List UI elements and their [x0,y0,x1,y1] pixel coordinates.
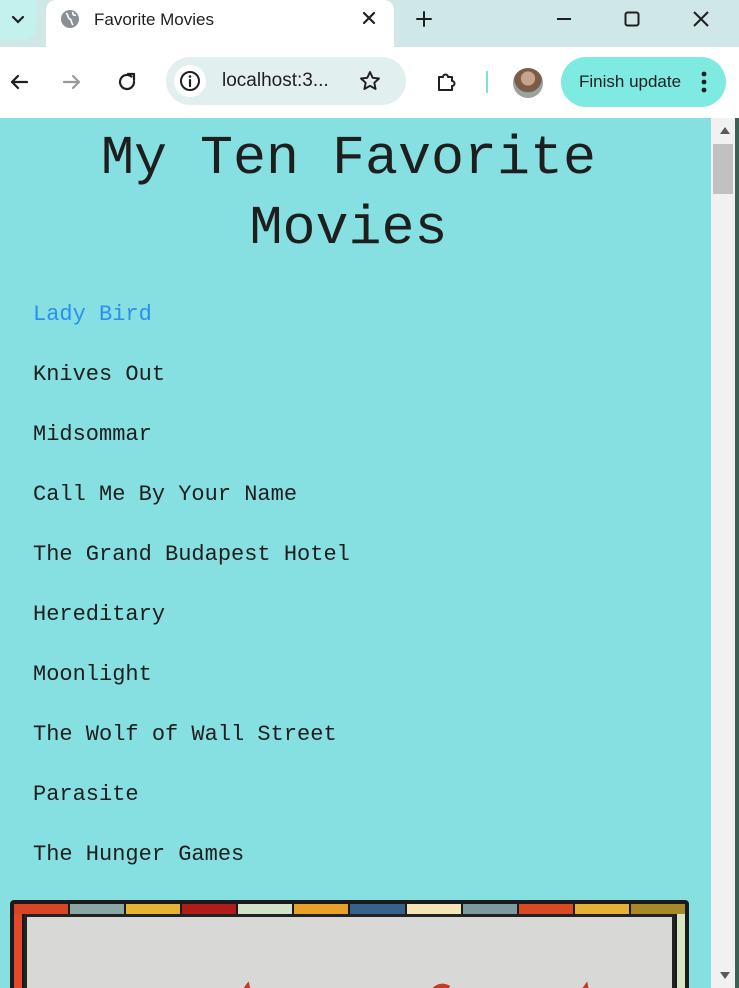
reload-icon[interactable] [114,69,140,95]
poster-side-right [677,914,685,988]
movie-item-the-grand-budapest-hotel[interactable]: The Grand Budapest Hotel [33,541,350,601]
movie-item-parasite[interactable]: Parasite [33,781,350,841]
movie-item-the-wolf-of-wall-street[interactable]: The Wolf of Wall Street [33,721,350,781]
close-tab-icon[interactable] [358,7,380,29]
movie-item-moonlight[interactable]: Moonlight [33,661,350,721]
movie-poster-image [10,900,689,988]
poster-side-left [14,914,22,988]
window-edge [735,118,739,988]
page-viewport: My Ten Favorite Movies Lady Bird Knives … [0,118,711,988]
profile-avatar[interactable] [513,68,543,98]
url-text[interactable]: localhost:3... [222,70,329,92]
movie-item-the-hunger-games[interactable]: The Hunger Games [33,841,350,901]
back-arrow-icon[interactable] [6,69,32,95]
forward-arrow-icon[interactable] [59,69,85,95]
scrollbar-thumb[interactable] [713,144,733,194]
chevron-down-icon [11,15,25,24]
globe-icon [61,10,79,28]
tab-title: Favorite Movies [94,10,214,29]
finish-update-button[interactable]: Finish update [561,57,726,107]
more-menu-icon[interactable] [701,70,707,94]
movie-item-knives-out[interactable]: Knives Out [33,361,350,421]
movie-list: Lady Bird Knives Out Midsommar Call Me B… [33,301,350,901]
browser-tab[interactable]: Favorite Movies [46,0,394,47]
toolbar-divider [486,71,488,93]
movie-item-call-me-by-your-name[interactable]: Call Me By Your Name [33,481,350,541]
minimize-icon[interactable] [552,7,576,31]
tab-search-button[interactable] [0,0,36,40]
scroll-down-arrow-icon[interactable] [718,970,732,982]
finish-update-label: Finish update [579,72,682,91]
extensions-puzzle-icon[interactable] [434,68,460,94]
movie-item-hereditary[interactable]: Hereditary [33,601,350,661]
scroll-up-arrow-icon[interactable] [718,124,732,136]
tab-strip: Favorite Movies [0,0,739,47]
address-bar[interactable]: localhost:3... [166,57,406,105]
page-title: My Ten Favorite Movies [100,127,597,260]
site-info-button[interactable] [174,65,206,97]
browser-toolbar: localhost:3... Finish update [0,47,739,118]
poster-inner-panel [24,914,675,988]
movie-item-midsommar[interactable]: Midsommar [33,421,350,481]
poster-artwork [243,981,589,988]
maximize-icon[interactable] [620,7,644,31]
close-window-icon[interactable] [689,7,713,31]
movie-item-lady-bird[interactable]: Lady Bird [33,301,350,361]
new-tab-icon[interactable] [412,7,436,31]
bookmark-star-icon[interactable] [358,69,382,93]
info-icon [180,71,200,91]
